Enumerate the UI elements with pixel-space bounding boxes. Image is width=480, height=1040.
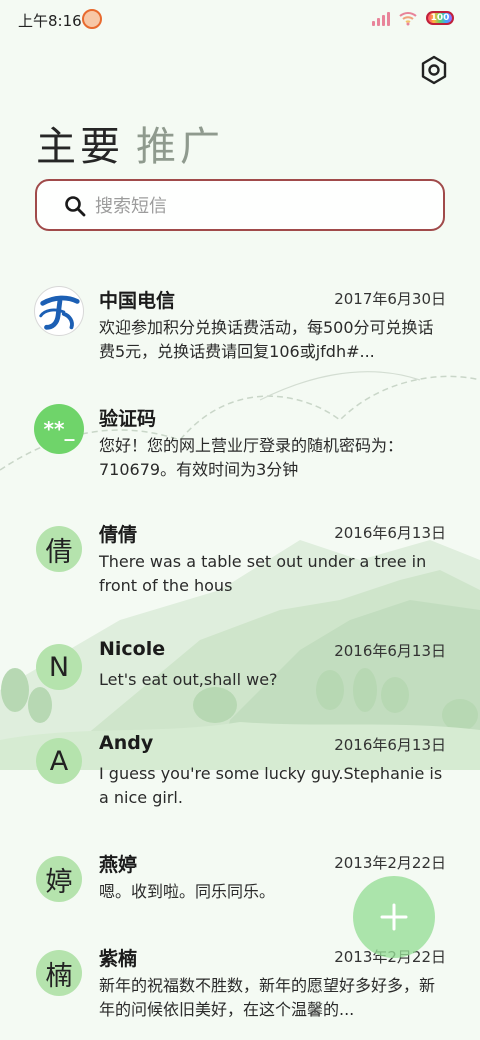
sender-name: Andy (99, 732, 154, 754)
tab-promotions[interactable]: 推广 (136, 114, 224, 172)
search-icon (65, 196, 86, 217)
message-preview: There was a table set out under a tree i… (99, 552, 427, 595)
sender-name: 紫楠 (99, 948, 138, 970)
message-preview: I guess you're some lucky guy.Stephanie … (99, 764, 443, 807)
sender-name: Nicole (99, 638, 166, 660)
avatar: 倩 (36, 526, 82, 572)
message-date: 2016年6月13日 (334, 642, 446, 660)
china-telecom-icon (39, 295, 80, 330)
settings-icon[interactable] (418, 54, 450, 86)
conversation-item[interactable]: 楠 紫楠 2013年2月22日 新年的祝福数不胜数，新年的愿望好多好多，新年的问… (0, 944, 480, 1024)
message-date: 2017年6月30日 (334, 290, 446, 308)
avatar: 楠 (36, 950, 82, 996)
message-preview: 欢迎参加积分兑换话费活动，每500分可兑换话费5元，兑换话费请回复106或jfd… (99, 318, 434, 361)
status-time: 上午8:16 (18, 12, 82, 30)
avatar: N (36, 644, 82, 690)
plus-icon (380, 903, 408, 931)
sender-name: 倩倩 (99, 524, 138, 546)
avatar: 婷 (36, 856, 82, 902)
conversation-item[interactable]: **_ 验证码 您好！您的网上营业厅登录的随机密码为：710679。有效时间为3… (0, 404, 480, 484)
message-date: 2016年6月13日 (334, 524, 446, 542)
conversation-item[interactable]: A Andy 2016年6月13日 I guess you're some lu… (0, 732, 480, 812)
status-indicators: 100 (372, 10, 454, 26)
message-preview: 新年的祝福数不胜数，新年的愿望好多好多，新年的问候依旧美好，在这个温馨的... (99, 976, 436, 1019)
message-preview: 您好！您的网上营业厅登录的随机密码为：710679。有效时间为3分钟 (99, 436, 404, 479)
notification-app-icon (82, 9, 102, 29)
wifi-icon (399, 12, 417, 26)
message-date: 2016年6月13日 (334, 736, 446, 754)
tab-main[interactable]: 主要 (36, 114, 124, 172)
search-bar[interactable] (35, 179, 445, 231)
conversation-item[interactable]: N Nicole 2016年6月13日 Let's eat out,shall … (0, 638, 480, 698)
message-date: 2013年2月22日 (334, 854, 446, 872)
sender-name: 中国电信 (99, 290, 176, 312)
battery-icon: 100 (426, 11, 454, 25)
status-bar: 上午8:16 100 (0, 0, 480, 40)
conversation-item[interactable]: 倩 倩倩 2016年6月13日 There was a table set ou… (0, 520, 480, 600)
search-input[interactable] (95, 191, 425, 221)
china-telecom-logo (34, 286, 84, 336)
avatar: **_ (34, 404, 84, 454)
sender-name: 燕婷 (99, 854, 138, 876)
message-preview: Let's eat out,shall we? (99, 670, 278, 689)
new-message-button[interactable] (353, 876, 435, 958)
conversation-item[interactable]: 中国电信 2017年6月30日 欢迎参加积分兑换话费活动，每500分可兑换话费5… (0, 286, 480, 366)
sender-name: 验证码 (99, 408, 157, 430)
signal-icon (372, 10, 390, 26)
avatar: A (36, 738, 82, 784)
